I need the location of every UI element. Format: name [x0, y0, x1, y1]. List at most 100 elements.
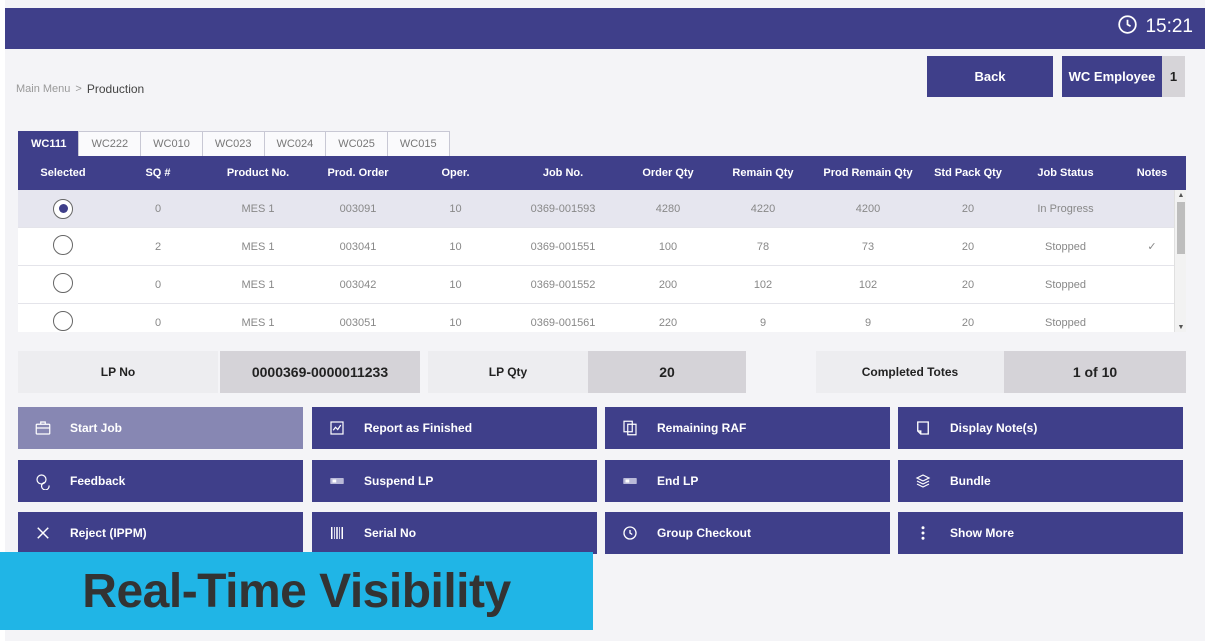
- cell-prod-remain-qty: 73: [861, 240, 875, 253]
- column-header: Prod. Order: [327, 167, 389, 179]
- table-row[interactable]: 0 MES 1 003042 10 0369-001552 200 102 10…: [18, 266, 1186, 304]
- column-header: Prod Remain Qty: [823, 167, 913, 179]
- cell-product: MES 1: [241, 316, 275, 329]
- table-row[interactable]: 0 MES 1 003051 10 0369-001561 220 9 9 20…: [18, 304, 1186, 332]
- lp-info-row: LP No 0000369-0000011233 LP Qty 20 Compl…: [18, 351, 1186, 393]
- display-notes-label: Display Note(s): [950, 421, 1038, 435]
- report-finished-label: Report as Finished: [364, 421, 473, 435]
- layers-icon: [914, 472, 932, 490]
- cell-job-status: Stopped: [1045, 240, 1086, 253]
- cell-job-status: In Progress: [1037, 202, 1094, 215]
- lp-no-value: 0000369-0000011233: [220, 351, 420, 393]
- tab-wc015[interactable]: WC015: [386, 131, 450, 156]
- column-header: Selected: [40, 167, 86, 179]
- tab-wc024[interactable]: WC024: [263, 131, 327, 156]
- breadcrumb-root[interactable]: Main Menu: [16, 83, 70, 95]
- report-icon: [328, 419, 346, 437]
- cell-order-qty: 200: [658, 278, 678, 291]
- row-select-radio[interactable]: [53, 311, 73, 331]
- barcode-icon: [328, 524, 346, 542]
- column-header: Std Pack Qty: [934, 167, 1002, 179]
- cell-prod-remain-qty: 9: [864, 316, 872, 329]
- column-header: Product No.: [226, 167, 290, 179]
- cell-job-no: 0369-001552: [530, 278, 596, 291]
- report-finished-button[interactable]: Report as Finished: [312, 407, 597, 449]
- serial-no-label: Serial No: [364, 526, 417, 540]
- tab-wc010[interactable]: WC010: [140, 131, 203, 156]
- bundle-label: Bundle: [950, 474, 991, 488]
- cell-prod-order: 003091: [339, 202, 377, 215]
- cell-std-pack-qty: 20: [961, 316, 975, 329]
- tab-wc111[interactable]: WC111: [18, 131, 80, 156]
- clock-icon: [621, 524, 639, 542]
- cell-oper: 10: [449, 240, 462, 253]
- group-checkout-button[interactable]: Group Checkout: [605, 512, 890, 554]
- cell-job-no: 0369-001561: [530, 316, 596, 329]
- cell-sq: 2: [154, 240, 162, 253]
- wc-employee-button[interactable]: WC Employee: [1062, 56, 1162, 97]
- remaining-raf-label: Remaining RAF: [657, 421, 747, 435]
- bundle-button[interactable]: Bundle: [898, 460, 1183, 502]
- start-job-button[interactable]: Start Job: [18, 407, 303, 449]
- end-lp-button[interactable]: End LP: [605, 460, 890, 502]
- more-vertical-icon: [914, 524, 932, 542]
- cell-product: MES 1: [241, 202, 275, 215]
- jobs-table: Selected SQ # Product No. Prod. Order Op…: [18, 156, 1186, 332]
- cell-prod-order: 003051: [339, 316, 377, 329]
- column-header: Notes: [1136, 167, 1168, 179]
- table-row[interactable]: 0 MES 1 003091 10 0369-001593 4280 4220 …: [18, 190, 1186, 228]
- close-icon: [34, 524, 52, 542]
- display-notes-button[interactable]: Display Note(s): [898, 407, 1183, 449]
- back-button[interactable]: Back: [927, 56, 1053, 97]
- tab-wc025[interactable]: WC025: [325, 131, 388, 156]
- scroll-up-arrow-icon[interactable]: ▲: [1175, 190, 1186, 200]
- lp-qty-value: 20: [588, 351, 746, 393]
- cell-oper: 10: [449, 316, 462, 329]
- cell-order-qty: 100: [658, 240, 678, 253]
- suspend-lp-label: Suspend LP: [364, 474, 434, 488]
- cell-job-no: 0369-001593: [530, 202, 596, 215]
- remaining-raf-button[interactable]: Remaining RAF: [605, 407, 890, 449]
- show-more-button[interactable]: Show More: [898, 512, 1183, 554]
- table-row[interactable]: 2 MES 1 003041 10 0369-001551 100 78 73 …: [18, 228, 1186, 266]
- cell-product: MES 1: [241, 278, 275, 291]
- top-bar: 15:21: [5, 8, 1205, 49]
- cell-prod-remain-qty: 4200: [855, 202, 881, 215]
- cell-remain-qty: 4220: [750, 202, 776, 215]
- cell-oper: 10: [449, 278, 462, 291]
- cell-std-pack-qty: 20: [961, 202, 975, 215]
- completed-totes-value: 1 of 10: [1004, 351, 1186, 393]
- column-header: Job Status: [1037, 167, 1094, 179]
- feedback-button[interactable]: Feedback: [18, 460, 303, 502]
- suspend-lp-button[interactable]: Suspend LP: [312, 460, 597, 502]
- reject-ippm-button[interactable]: Reject (IPPM): [18, 512, 303, 554]
- cell-remain-qty: 102: [753, 278, 773, 291]
- cell-sq: 0: [154, 278, 162, 291]
- scroll-down-arrow-icon[interactable]: ▼: [1175, 322, 1186, 332]
- work-center-tabs: WC111 WC222 WC010 WC023 WC024 WC025 WC01…: [18, 131, 450, 156]
- scroll-thumb[interactable]: [1177, 202, 1185, 254]
- briefcase-icon: [34, 419, 52, 437]
- card-icon: [328, 472, 346, 490]
- cell-job-no: 0369-001551: [530, 240, 596, 253]
- cell-job-status: Stopped: [1045, 278, 1086, 291]
- column-header: Remain Qty: [732, 167, 794, 179]
- table-scrollbar[interactable]: ▲ ▼: [1174, 190, 1186, 332]
- completed-totes-label: Completed Totes: [816, 351, 1004, 393]
- row-select-radio[interactable]: [53, 198, 73, 219]
- end-lp-label: End LP: [657, 474, 699, 488]
- tab-wc023[interactable]: WC023: [201, 131, 265, 156]
- lp-qty-label: LP Qty: [428, 351, 588, 393]
- column-header: Job No.: [542, 167, 584, 179]
- lp-no-label: LP No: [18, 351, 218, 393]
- row-select-radio[interactable]: [53, 235, 73, 255]
- tab-wc222[interactable]: WC222: [78, 131, 142, 156]
- row-select-radio[interactable]: [53, 273, 73, 293]
- cell-oper: 10: [449, 202, 462, 215]
- breadcrumb-current: Production: [86, 82, 145, 96]
- cell-product: MES 1: [241, 240, 275, 253]
- reject-ippm-label: Reject (IPPM): [70, 526, 147, 540]
- note-icon: [914, 419, 932, 437]
- cell-remain-qty: 78: [756, 240, 770, 253]
- serial-no-button[interactable]: Serial No: [312, 512, 597, 554]
